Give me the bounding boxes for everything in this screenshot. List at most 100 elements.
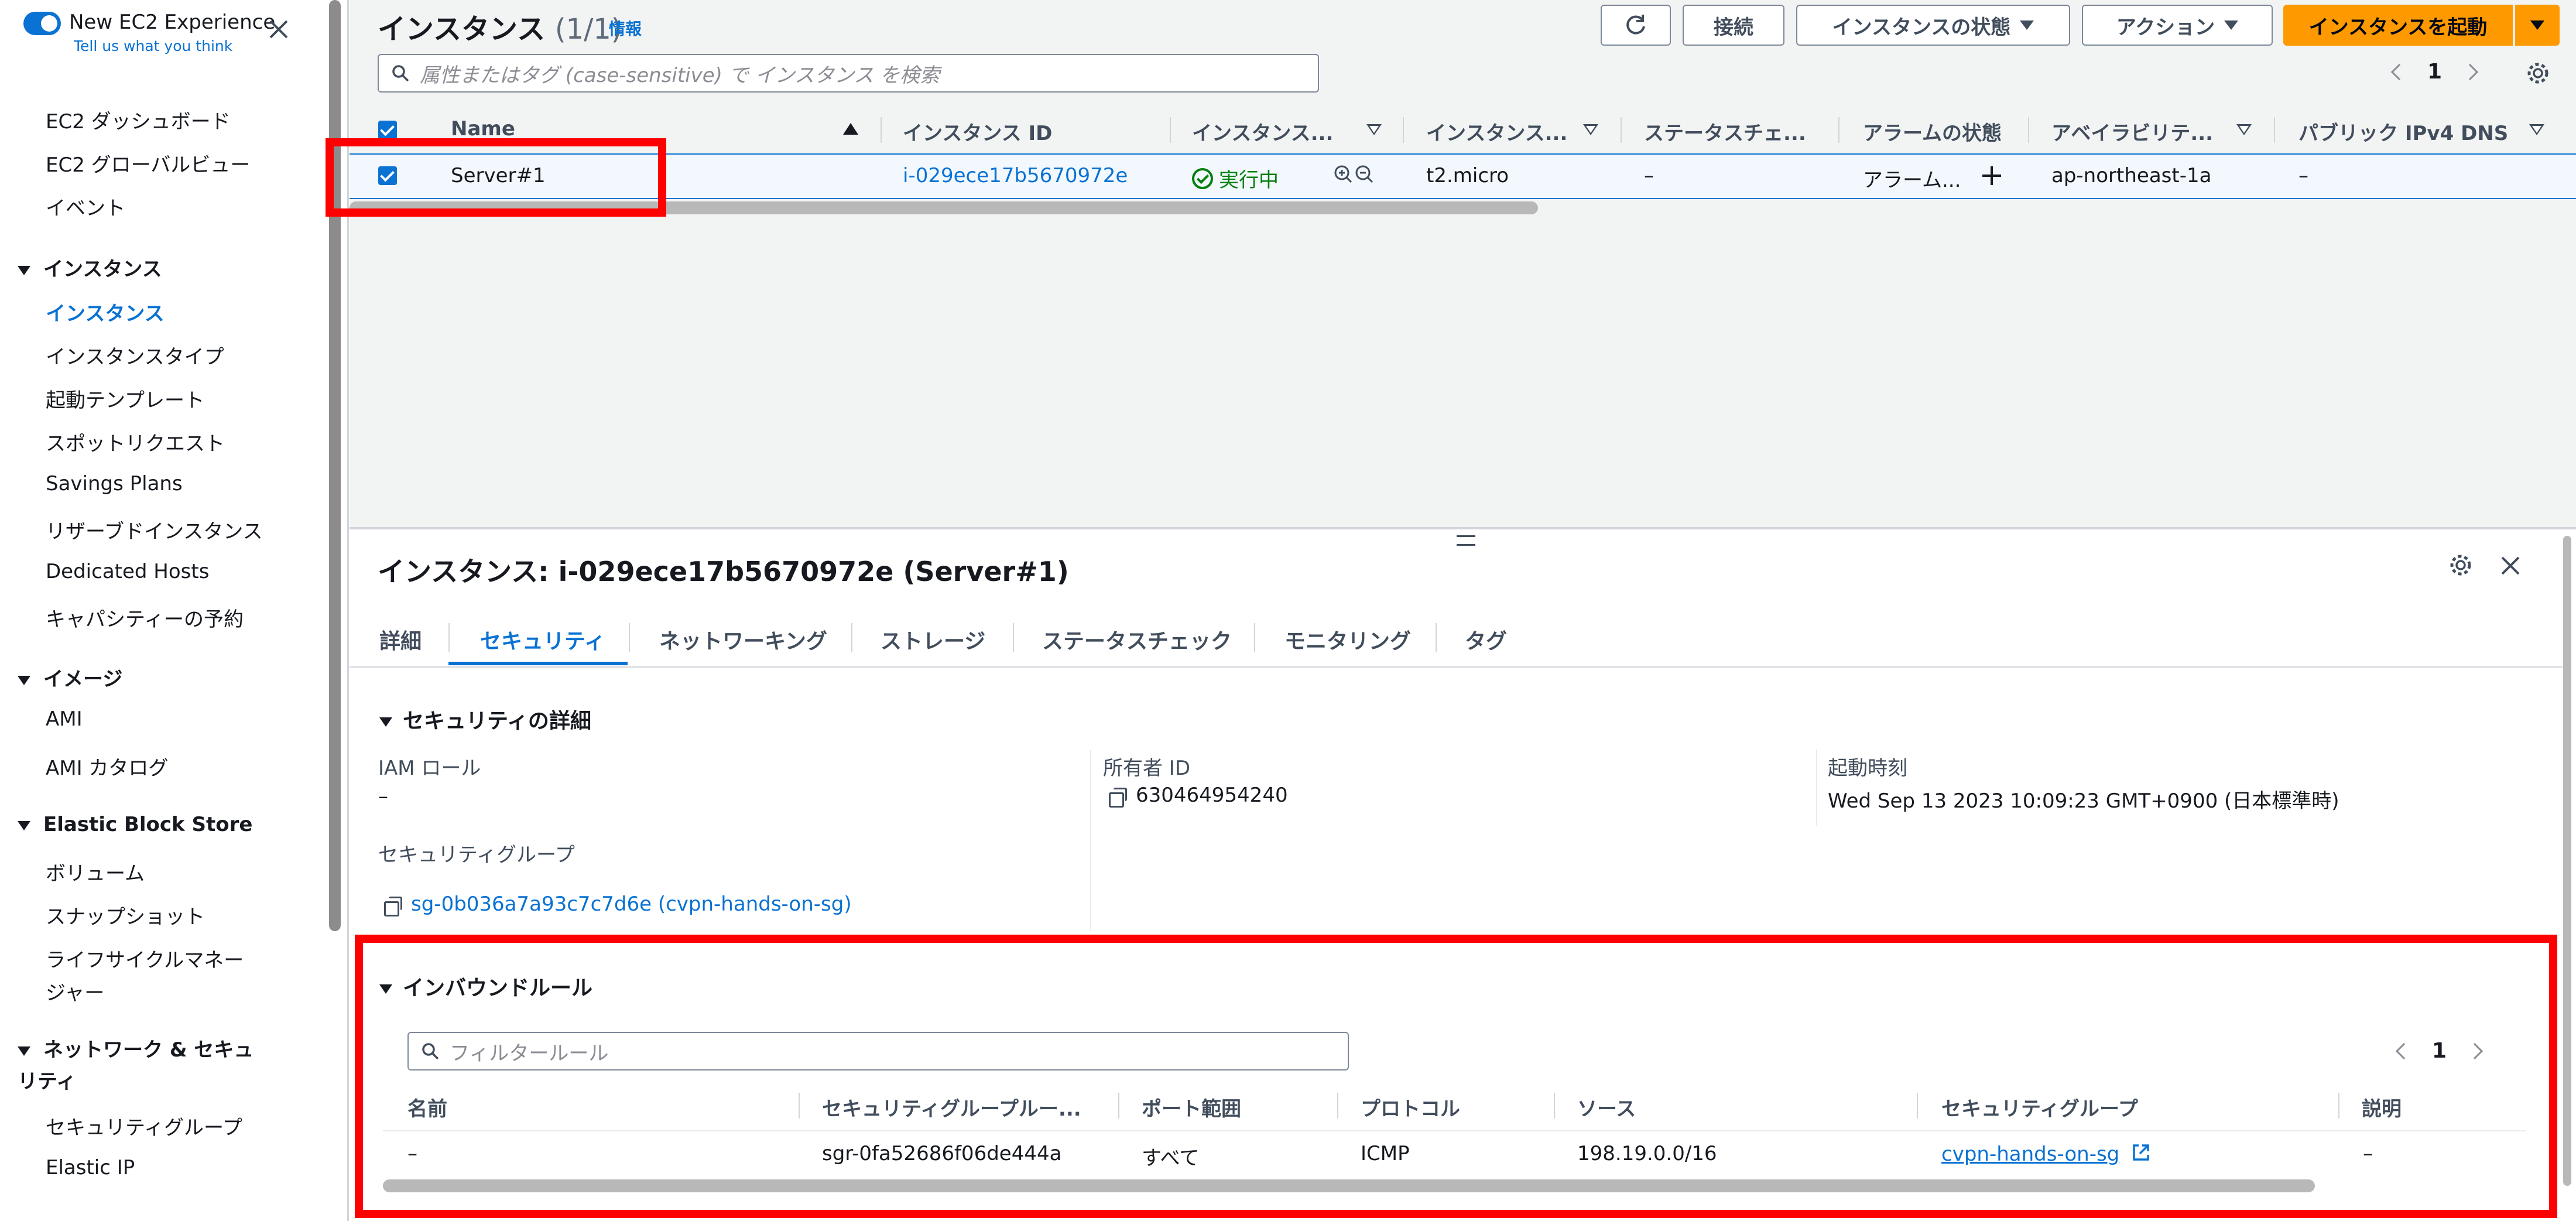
active-tab-indicator [448, 662, 628, 665]
instance-id-link[interactable]: i-029ece17b5670972e [903, 164, 1128, 187]
col-header-public-dns[interactable]: パブリック IPv4 DNS [2298, 117, 2508, 146]
filter-icon[interactable] [1366, 124, 1382, 135]
owner-id-label: 所有者 ID [1103, 757, 1191, 780]
plus-icon[interactable] [1980, 164, 2003, 187]
sidebar-item-savings-plans[interactable]: Savings Plans [46, 472, 183, 495]
instance-search-input[interactable]: 属性またはタグ (case-sensitive) で インスタンス を検索 [378, 54, 1319, 93]
security-group-label: セキュリティグループ [378, 843, 575, 867]
page-number[interactable]: 1 [2427, 60, 2442, 84]
security-group-value: sg-0b036a7a93c7c7d6e (cvpn-hands-on-sg) [384, 892, 852, 916]
connect-button[interactable]: 接続 [1683, 5, 1784, 46]
caret-down-icon [2224, 20, 2239, 30]
sidebar-group-ebs[interactable]: Elastic Block Store [18, 813, 252, 836]
sidebar-item-volumes[interactable]: ボリューム [46, 857, 145, 886]
feedback-link[interactable]: Tell us what you think [74, 37, 232, 54]
tab-storage[interactable]: ストレージ [881, 624, 985, 655]
security-details-header[interactable]: セキュリティの詳細 [379, 704, 591, 734]
check-circle-icon [1192, 167, 1213, 189]
sidebar-item-dedicated-hosts[interactable]: Dedicated Hosts [46, 560, 209, 583]
caret-down-icon [2530, 20, 2544, 30]
launch-dropdown-button[interactable] [2515, 5, 2560, 46]
sidebar-item-reserved[interactable]: リザーブドインスタンス [46, 515, 263, 544]
sidebar-item-capacity[interactable]: キャパシティーの予約 [46, 603, 244, 632]
instance-type: t2.micro [1426, 164, 1509, 187]
sidebar-item-ami-catalog[interactable]: AMI カタログ [46, 752, 168, 781]
sort-ascending-icon[interactable] [843, 123, 858, 135]
resize-handle-icon[interactable] [1457, 535, 1475, 546]
col-header-instance-state[interactable]: インスタンス... [1192, 117, 1333, 146]
instance-state: 実行中 [1192, 164, 1279, 193]
sidebar-item-snapshots[interactable]: スナップショット [46, 901, 205, 929]
security-group-link[interactable]: sg-0b036a7a93c7c7d6e (cvpn-hands-on-sg) [411, 892, 852, 916]
details-title: インスタンス: i-029ece17b5670972e (Server#1) [378, 556, 1069, 587]
sidebar-item-lifecycle[interactable]: ライフサイクルマネージャー [46, 944, 245, 1010]
sidebar-item-spot-requests[interactable]: スポットリクエスト [46, 427, 225, 456]
iam-role-label: IAM ロール [378, 757, 481, 780]
tab-security[interactable]: セキュリティ [480, 624, 605, 655]
sidebar-group-network[interactable]: ネットワーク & セキュリティ [18, 1034, 258, 1097]
sidebar-group-instances[interactable]: インスタンス [18, 253, 162, 282]
new-experience-toggle[interactable] [23, 12, 61, 35]
filter-icon[interactable] [2236, 124, 2252, 135]
sidebar-item-global-view[interactable]: EC2 グローバルビュー [46, 149, 250, 177]
col-header-availability-zone[interactable]: アベイラビリテ... [2051, 117, 2213, 146]
sidebar-group-images[interactable]: イメージ [18, 663, 122, 692]
actions-button[interactable]: アクション [2082, 5, 2273, 46]
sidebar-item-security-groups[interactable]: セキュリティグループ [46, 1111, 242, 1140]
copy-icon[interactable] [1109, 787, 1127, 808]
filter-icon[interactable] [1583, 124, 1598, 135]
caret-down-icon [18, 1046, 30, 1056]
col-header-instance-id[interactable]: インスタンス ID [903, 117, 1052, 146]
details-v-scrollbar[interactable] [2563, 536, 2571, 1186]
iam-role-value: – [378, 785, 388, 808]
launch-instance-button[interactable]: インスタンスを起動 [2283, 5, 2513, 46]
highlight-box [326, 138, 666, 217]
owner-id-value: 630464954240 [1109, 784, 1288, 808]
caret-down-icon [2020, 20, 2034, 30]
info-link[interactable]: 情報 [609, 16, 642, 40]
chevron-right-icon[interactable] [2461, 63, 2479, 80]
sidebar: New EC2 Experience Tell us what you thin… [0, 0, 325, 1221]
chevron-left-icon[interactable] [2390, 63, 2408, 80]
instances-pagination: 1 [2390, 60, 2479, 84]
page-title: インスタンス (1/1) [378, 13, 622, 46]
sidebar-item-instance-types[interactable]: インスタンスタイプ [46, 341, 224, 370]
status-check: – [1644, 164, 1654, 187]
zoom-icons[interactable] [1332, 163, 1379, 186]
tab-monitoring[interactable]: モニタリング [1284, 624, 1411, 655]
search-icon [392, 65, 409, 82]
col-header-instance-type[interactable]: インスタンス... [1426, 117, 1567, 146]
col-header-alarm-state[interactable]: アラームの状態 [1863, 117, 2002, 146]
copy-icon[interactable] [384, 896, 402, 916]
availability-zone: ap-northeast-1a [2051, 164, 2212, 187]
public-dns: – [2298, 164, 2308, 187]
close-icon[interactable] [265, 15, 293, 43]
gear-icon[interactable] [2448, 553, 2473, 577]
filter-icon[interactable] [2529, 124, 2544, 135]
sidebar-item-dashboard[interactable]: EC2 ダッシュボード [46, 105, 231, 134]
sidebar-item-ami[interactable]: AMI [46, 707, 83, 731]
sidebar-item-events[interactable]: イベント [46, 192, 125, 221]
select-all-checkbox[interactable] [378, 121, 397, 139]
col-header-name[interactable]: Name [451, 117, 515, 141]
sidebar-item-instances[interactable]: インスタンス [46, 297, 165, 326]
tab-networking[interactable]: ネットワーキング [659, 624, 827, 655]
refresh-button[interactable] [1601, 5, 1671, 46]
caret-down-icon [18, 675, 30, 685]
caret-down-icon [18, 820, 30, 830]
col-header-status-check[interactable]: ステータスチェ... [1644, 117, 1806, 146]
sidebar-item-elastic-ip[interactable]: Elastic IP [46, 1156, 135, 1179]
panel-splitter[interactable] [350, 527, 2576, 529]
caret-down-icon [379, 717, 392, 727]
close-icon[interactable] [2498, 553, 2523, 579]
launch-time-value: Wed Sep 13 2023 10:09:23 GMT+0900 (日本標準時… [1828, 789, 2339, 813]
experience-title: New EC2 Experience [69, 11, 276, 34]
tab-status-checks[interactable]: ステータスチェック [1042, 624, 1232, 655]
sidebar-item-launch-templates[interactable]: 起動テンプレート [46, 384, 204, 413]
instance-state-button[interactable]: インスタンスの状態 [1796, 5, 2070, 46]
tab-details[interactable]: 詳細 [379, 624, 422, 655]
tab-tags[interactable]: タグ [1465, 624, 1507, 655]
highlight-box [355, 935, 2557, 1218]
gear-icon[interactable] [2526, 61, 2550, 85]
alarm-state: アラーム... [1863, 169, 1961, 192]
